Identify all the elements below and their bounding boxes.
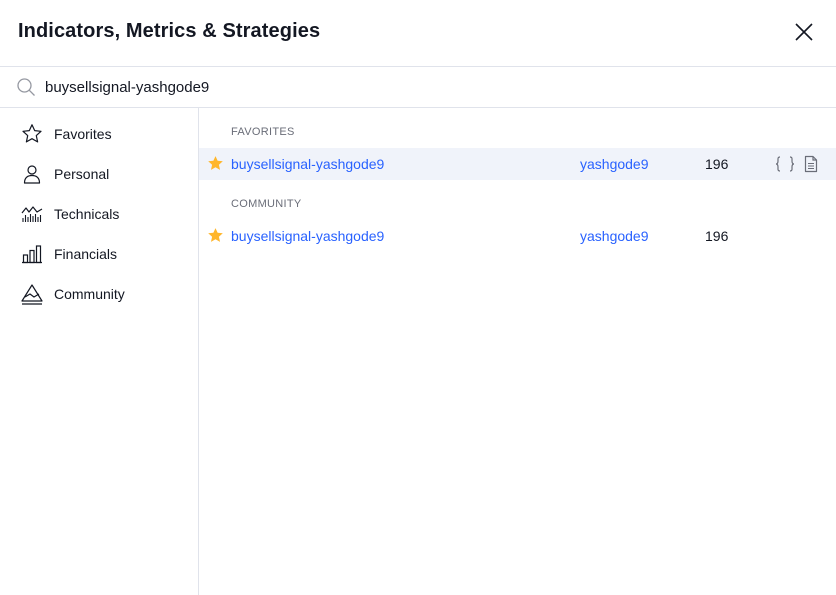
search-input[interactable] (45, 76, 805, 98)
star-filled-icon[interactable] (207, 227, 224, 244)
category-sidebar: Favorites Personal Technicals Financials… (0, 108, 199, 595)
sidebar-item-financials[interactable]: Financials (0, 234, 198, 274)
search-icon (17, 78, 35, 96)
sidebar-item-label: Technicals (54, 206, 120, 222)
script-name-link[interactable]: buysellsignal-yashgode9 (231, 228, 384, 244)
author-link[interactable]: yashgode9 (580, 228, 649, 244)
likes-count: 196 (705, 228, 729, 244)
code-icon[interactable] (774, 155, 796, 173)
sidebar-item-technicals[interactable]: Technicals (0, 194, 198, 234)
script-name-link[interactable]: buysellsignal-yashgode9 (231, 156, 384, 172)
dialog-header: Indicators, Metrics & Strategies (0, 0, 836, 67)
document-icon[interactable] (803, 155, 819, 173)
sidebar-item-community[interactable]: Community (0, 274, 198, 314)
bar-chart-icon (22, 245, 42, 264)
likes-count: 196 (705, 156, 729, 172)
close-icon (795, 23, 813, 41)
result-row[interactable]: buysellsignal-yashgode9 yashgode9 196 (199, 148, 836, 180)
result-row[interactable]: buysellsignal-yashgode9 yashgode9 196 (199, 220, 836, 252)
user-icon (23, 165, 41, 184)
close-button[interactable] (790, 18, 818, 46)
search-bar (0, 67, 836, 108)
sidebar-item-personal[interactable]: Personal (0, 154, 198, 194)
sidebar-item-label: Personal (54, 166, 110, 182)
section-title-favorites: FAVORITES (231, 126, 295, 138)
results-panel: FAVORITES buysellsignal-yashgode9 yashgo… (199, 108, 836, 595)
dialog-title: Indicators, Metrics & Strategies (18, 20, 321, 42)
section-title-community: COMMUNITY (231, 198, 302, 210)
community-icon (21, 284, 43, 305)
star-outline-icon (22, 124, 42, 143)
sidebar-item-favorites[interactable]: Favorites (0, 114, 198, 154)
star-filled-icon[interactable] (207, 155, 224, 172)
author-link[interactable]: yashgode9 (580, 156, 649, 172)
sidebar-item-label: Community (54, 286, 125, 302)
chart-icon (21, 206, 43, 222)
sidebar-item-label: Financials (54, 246, 118, 262)
sidebar-item-label: Favorites (54, 126, 112, 142)
